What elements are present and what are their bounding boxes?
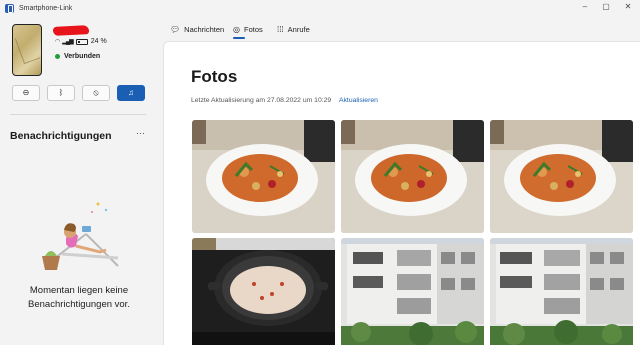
empty-message-line-1: Momentan liegen keine	[29, 285, 129, 296]
building-photo	[490, 238, 633, 345]
tab-fotos-label: Fotos	[243, 24, 263, 34]
photo-thumbnail[interactable]	[341, 238, 484, 345]
photos-icon: ◎	[233, 24, 240, 34]
tab-bar: 💬︎ Nachrichten ◎ Fotos ⁞⁞⁞ Anrufe	[163, 16, 640, 40]
device-status-row: ◠ ▂▄▆ 24 %	[55, 38, 107, 45]
notifications-heading: Benachrichtigungen	[10, 130, 112, 142]
building-photo	[341, 238, 484, 345]
redacted-device-name	[52, 25, 90, 36]
connected-dot-icon	[55, 54, 60, 59]
close-button[interactable]: ✕	[618, 0, 638, 16]
silent-mode-icon: ⦸	[93, 88, 99, 97]
photo-thumbnail[interactable]	[192, 120, 335, 233]
window-title: Smartphone-Link	[19, 4, 73, 12]
cooking-pot-photo	[192, 238, 335, 345]
tab-anrufe-label: Anrufe	[287, 24, 310, 34]
last-updated-text: Letzte Aktualisierung am 27.08.2022 um 1…	[191, 97, 332, 104]
phone-wallpaper-thumbnail[interactable]	[12, 24, 42, 76]
battery-icon	[75, 38, 88, 45]
tab-fotos[interactable]: ◎ Fotos	[233, 22, 263, 36]
photos-panel: Fotos Letzte Aktualisierung am 27.08.202…	[163, 41, 640, 345]
dialpad-icon: ⁞⁞⁞	[277, 24, 284, 34]
chat-icon: 💬︎	[170, 24, 181, 34]
empty-notifications-message: Momentan liegen keine Benachrichtigungen…	[0, 284, 158, 312]
wifi-icon: ◠	[55, 39, 60, 45]
photo-thumbnail[interactable]	[490, 120, 633, 233]
notifications-more-button[interactable]: ···	[136, 128, 145, 138]
bluetooth-icon: ᛒ	[58, 88, 64, 97]
tab-anrufe[interactable]: ⁞⁞⁞ Anrufe	[277, 22, 310, 36]
relaxing-person-illustration	[42, 202, 119, 270]
tab-nachrichten-label: Nachrichten	[184, 24, 225, 34]
maximize-button[interactable]: ▢	[596, 0, 616, 16]
photo-thumbnail[interactable]	[341, 120, 484, 233]
audio-player-button[interactable]: ♫	[117, 85, 145, 101]
sidebar: ◠ ▂▄▆ 24 % Verbunden ⊖ ᛒ ⦸ ♫ Benachricht…	[0, 16, 163, 345]
minimize-button[interactable]: –	[575, 0, 595, 16]
tab-nachrichten[interactable]: 💬︎ Nachrichten	[170, 22, 224, 36]
bluetooth-button[interactable]: ᛒ	[47, 85, 75, 101]
sidebar-divider	[10, 114, 146, 115]
active-tab-indicator	[233, 37, 245, 39]
signal-icon: ▂▄▆	[62, 39, 74, 45]
silent-mode-button[interactable]: ⦸	[82, 85, 110, 101]
phone-link-app-icon	[5, 3, 14, 13]
quick-actions: ⊖ ᛒ ⦸ ♫	[12, 85, 145, 101]
music-note-icon: ♫	[128, 88, 134, 97]
food-plate-photo	[192, 120, 335, 233]
do-not-disturb-icon: ⊖	[22, 88, 30, 97]
title-bar: Smartphone-Link – ▢ ✕	[0, 0, 640, 16]
connection-status: Verbunden	[55, 53, 100, 60]
photo-thumbnail[interactable]	[490, 238, 633, 345]
do-not-disturb-button[interactable]: ⊖	[12, 85, 40, 101]
connection-label: Verbunden	[64, 53, 101, 60]
empty-message-line-2: Benachrichtigungen vor.	[28, 299, 130, 310]
food-plate-photo	[341, 120, 484, 233]
food-plate-photo	[490, 120, 633, 233]
page-title: Fotos	[191, 67, 238, 86]
photo-thumbnail[interactable]	[192, 238, 335, 345]
battery-level: 24 %	[90, 38, 107, 45]
refresh-link[interactable]: Aktualisieren	[339, 97, 378, 104]
